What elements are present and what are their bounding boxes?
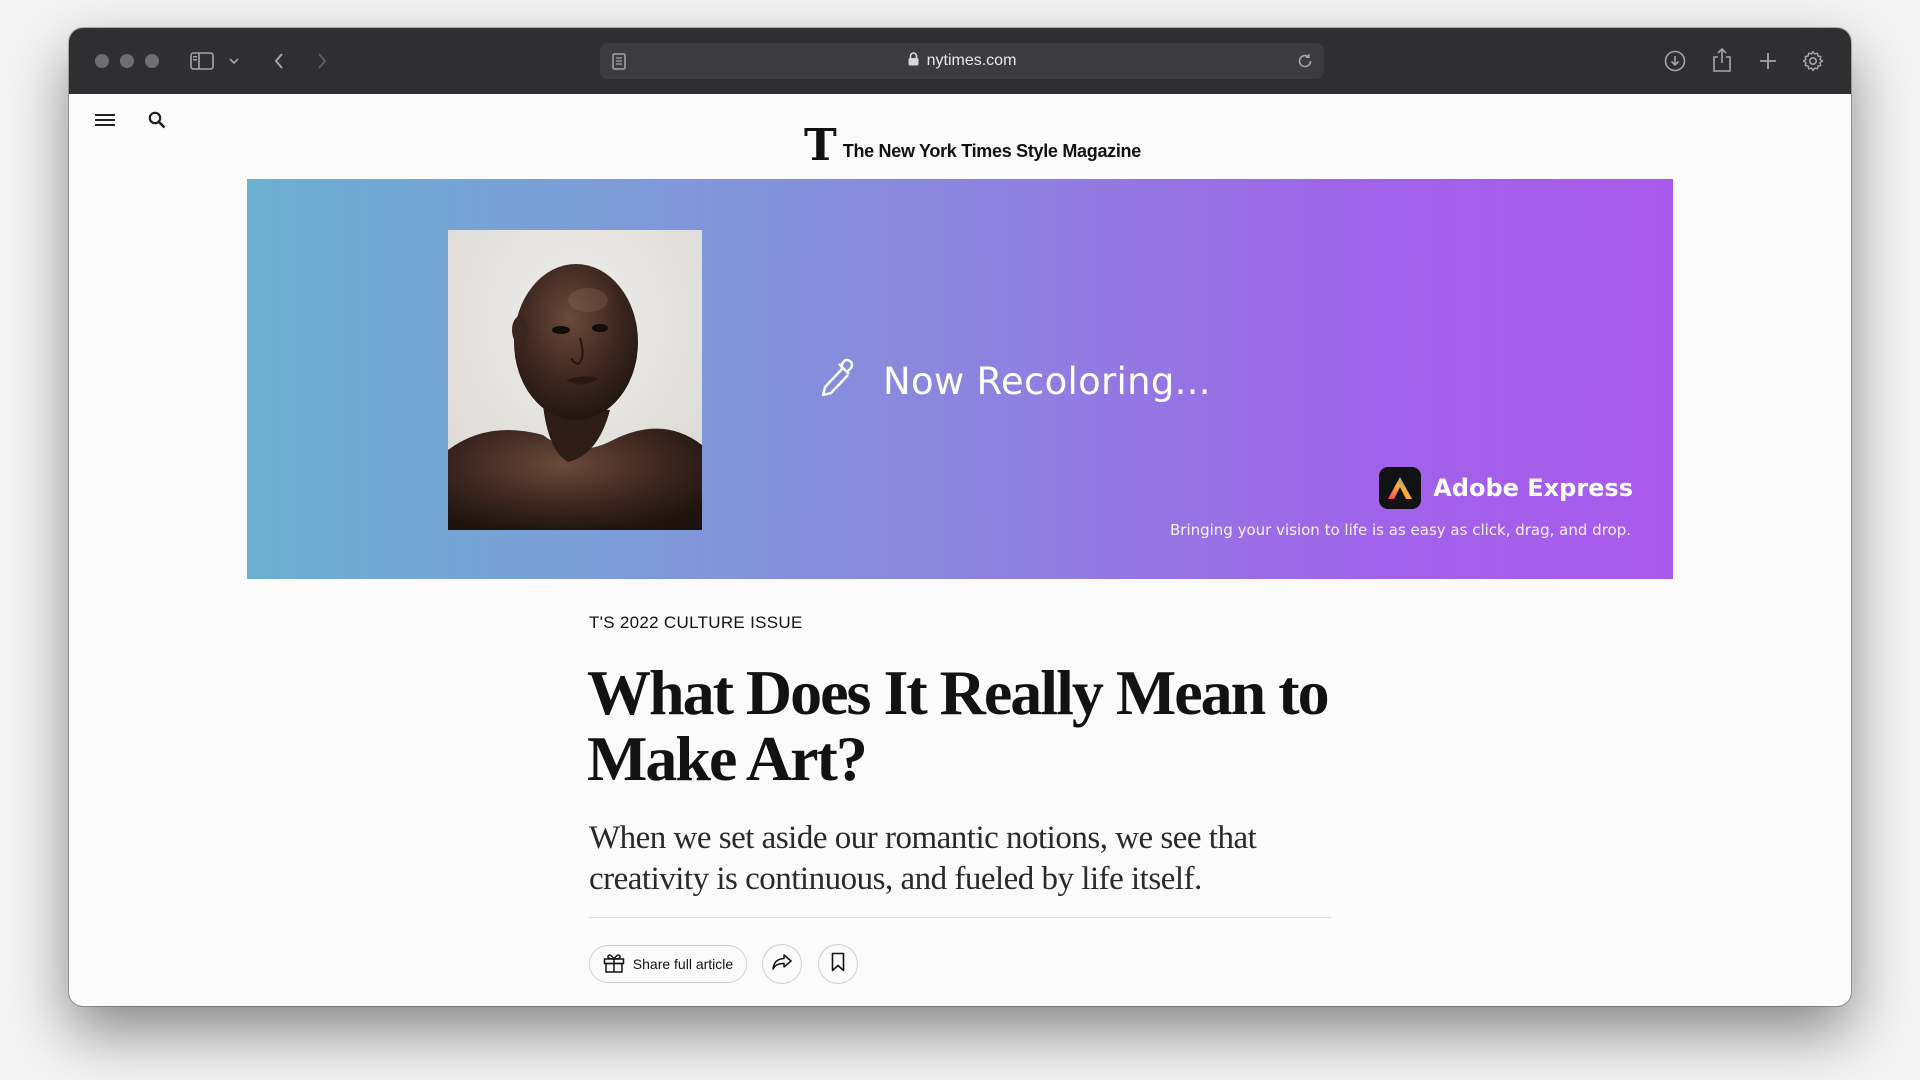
share-full-article-button[interactable]: Share full article bbox=[589, 945, 747, 983]
search-icon[interactable] bbox=[143, 106, 171, 134]
article-summary: When we set aside our romantic notions, … bbox=[589, 820, 1257, 897]
chevron-left-icon[interactable] bbox=[268, 48, 290, 74]
minimize-window-button[interactable] bbox=[120, 54, 134, 68]
article-headline: What Does It Really Mean to Make Art? bbox=[587, 657, 1330, 794]
save-bookmark-button[interactable] bbox=[818, 944, 858, 984]
address-bar[interactable]: nytimes.com bbox=[600, 43, 1324, 79]
reload-icon[interactable] bbox=[1296, 52, 1314, 70]
bookmark-icon bbox=[831, 952, 845, 977]
browser-window: nytimes.com T The New York Times Style M… bbox=[69, 28, 1851, 1006]
adobe-express-ad[interactable]: Now Recoloring... Adobe Express Bringing… bbox=[247, 179, 1673, 579]
browser-toolbar: nytimes.com bbox=[69, 28, 1851, 94]
gear-icon[interactable] bbox=[1800, 48, 1826, 74]
share-icon[interactable] bbox=[1709, 46, 1735, 74]
article-kicker[interactable]: T'S 2022 CULTURE ISSUE bbox=[589, 613, 803, 633]
share-full-article-label: Share full article bbox=[632, 956, 734, 972]
ad-tagline: Bringing your vision to life is as easy … bbox=[1169, 521, 1631, 539]
divider bbox=[589, 917, 1331, 918]
site-header: T The New York Times Style Magazine bbox=[69, 94, 1851, 168]
ad-portrait-photo bbox=[448, 230, 702, 530]
t-logo: T bbox=[804, 120, 837, 171]
chevron-right-icon[interactable] bbox=[311, 48, 333, 74]
share-arrow-icon bbox=[771, 953, 793, 976]
zoom-window-button[interactable] bbox=[145, 54, 159, 68]
masthead-title: The New York Times Style Magazine bbox=[842, 141, 1142, 161]
gift-icon bbox=[603, 953, 625, 976]
chevron-down-icon[interactable] bbox=[227, 54, 241, 68]
adobe-express-brand[interactable]: Adobe Express bbox=[1379, 467, 1633, 509]
eyedropper-icon bbox=[817, 357, 857, 406]
plus-icon[interactable] bbox=[1755, 48, 1781, 74]
recolor-text: Now Recoloring... bbox=[883, 360, 1211, 403]
share-button[interactable] bbox=[762, 944, 802, 984]
adobe-express-logo bbox=[1379, 467, 1422, 509]
lock-icon bbox=[908, 51, 919, 71]
recolor-status: Now Recoloring... bbox=[817, 357, 1211, 406]
url-text: nytimes.com bbox=[926, 52, 1017, 69]
close-window-button[interactable] bbox=[95, 54, 109, 68]
hamburger-icon[interactable] bbox=[91, 106, 119, 134]
adobe-express-name: Adobe Express bbox=[1433, 474, 1633, 502]
download-icon[interactable] bbox=[1662, 48, 1688, 74]
sidebar-icon[interactable] bbox=[189, 48, 215, 74]
masthead-logo[interactable]: T The New York Times Style Magazine bbox=[804, 120, 1142, 171]
